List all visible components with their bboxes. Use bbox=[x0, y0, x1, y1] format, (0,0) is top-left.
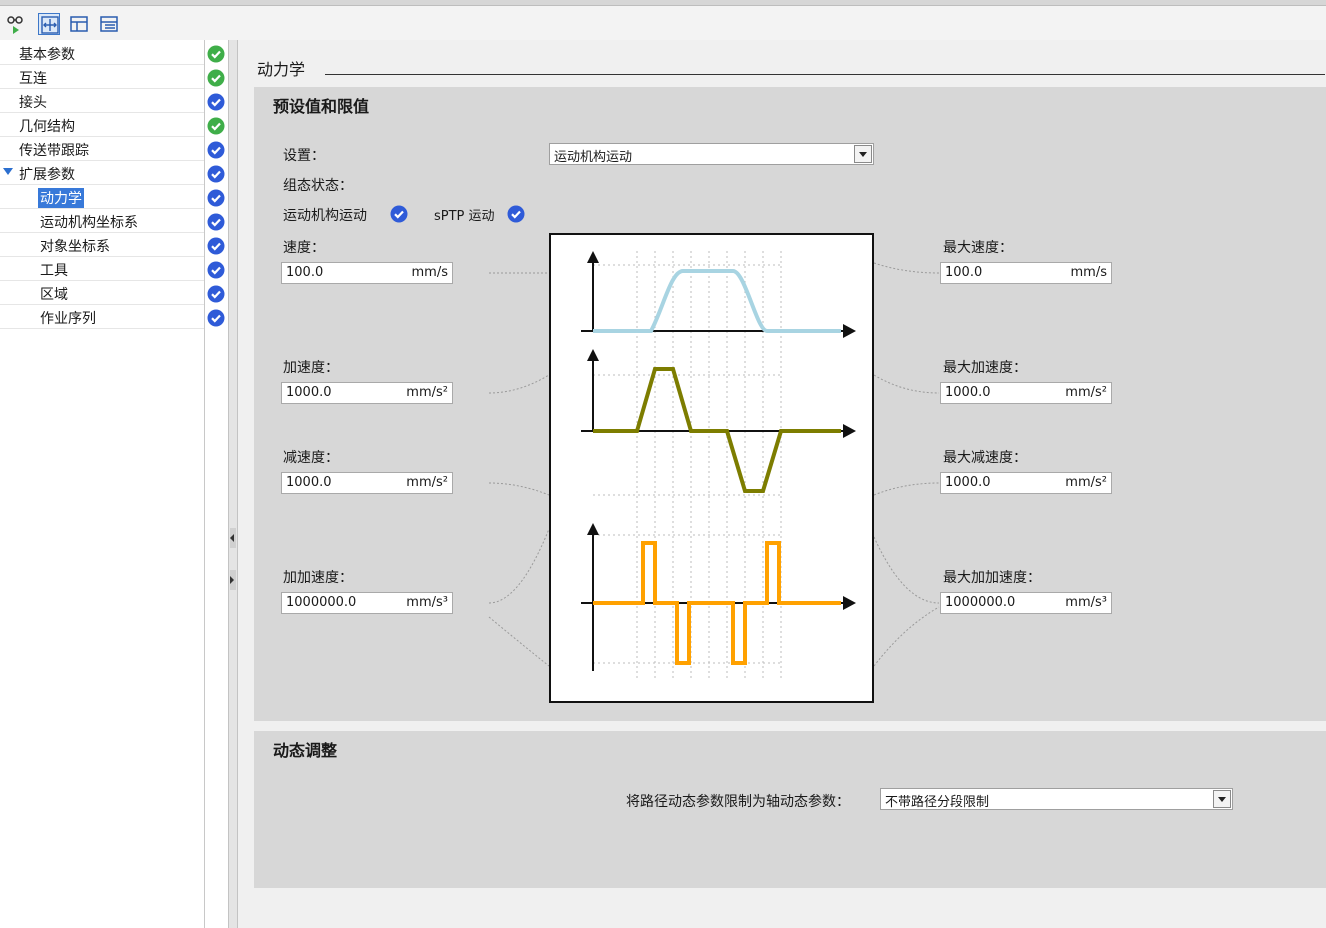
toolbar bbox=[0, 6, 1326, 40]
status-done-icon bbox=[207, 261, 225, 279]
status-done-icon bbox=[207, 189, 225, 207]
status-done-icon bbox=[207, 237, 225, 255]
tree-item-label: 动力学 bbox=[38, 188, 84, 208]
tree-icon[interactable] bbox=[68, 13, 90, 35]
dynamic-adjustment-panel: 动态调整 将路径动态参数限制为轴动态参数： 不带路径分段限制 bbox=[254, 731, 1326, 888]
pane-splitter[interactable] bbox=[228, 40, 238, 928]
limit-value: 不带路径分段限制 bbox=[885, 795, 990, 810]
tree-item-object-frame[interactable]: 对象坐标系 bbox=[0, 234, 204, 257]
tree-item-label: 扩展参数 bbox=[19, 167, 75, 183]
tree-item-tools[interactable]: 工具 bbox=[0, 258, 204, 281]
panel-title: 动态调整 bbox=[273, 741, 338, 760]
tree-item-basic-params[interactable]: 基本参数 bbox=[0, 42, 204, 65]
tree-item-label: 工具 bbox=[40, 263, 68, 279]
limit-select[interactable]: 不带路径分段限制 bbox=[880, 788, 1233, 810]
tree-item-conveyor-tracking[interactable]: 传送带跟踪 bbox=[0, 138, 204, 161]
dropdown-arrow-icon[interactable] bbox=[1213, 790, 1231, 808]
tree-item-joints[interactable]: 接头 bbox=[0, 90, 204, 113]
expand-all-icon[interactable] bbox=[38, 13, 60, 35]
status-done-icon bbox=[207, 141, 225, 159]
tree-item-label: 互连 bbox=[19, 71, 47, 87]
tree-item-label: 传送带跟踪 bbox=[19, 143, 89, 159]
tree-item-label: 运动机构坐标系 bbox=[40, 215, 138, 231]
status-ok-icon bbox=[207, 117, 225, 135]
profile-svg bbox=[581, 251, 856, 681]
section-rule bbox=[325, 74, 1325, 75]
status-column bbox=[204, 40, 229, 928]
status-done-icon bbox=[207, 285, 225, 303]
tree-item-extended-params[interactable]: 扩展参数 bbox=[0, 162, 204, 185]
tree-item-label: 几何结构 bbox=[19, 119, 75, 135]
tree-item-interconnect[interactable]: 互连 bbox=[0, 66, 204, 89]
presets-panel: 预设值和限值 设置： 运动机构运动 组态状态： 运动机构运动 sPTP 运动 速… bbox=[254, 87, 1326, 721]
limit-label: 将路径动态参数限制为轴动态参数： bbox=[626, 794, 850, 810]
tree-item-label: 基本参数 bbox=[19, 47, 75, 63]
velocity-curve bbox=[581, 251, 856, 338]
motion-profile-diagram bbox=[549, 233, 874, 703]
status-ok-icon bbox=[207, 45, 225, 63]
tree-item-geometry[interactable]: 几何结构 bbox=[0, 114, 204, 137]
tree-item-label: 作业序列 bbox=[40, 311, 96, 327]
tree-item-label: 区域 bbox=[40, 287, 68, 303]
collapse-left-icon[interactable] bbox=[230, 528, 236, 548]
expand-right-icon[interactable] bbox=[230, 570, 236, 590]
tree-item-job-sequence[interactable]: 作业序列 bbox=[0, 306, 204, 329]
navigation-tree: 基本参数 互连 接头 几何结构 传送带跟踪 扩展参数 动力学 运动机构坐标系 对… bbox=[0, 40, 204, 928]
status-done-icon bbox=[207, 93, 225, 111]
status-done-icon bbox=[207, 309, 225, 327]
acceleration-curve bbox=[581, 349, 856, 493]
glasses-play-icon[interactable] bbox=[4, 13, 26, 35]
tree-item-label: 对象坐标系 bbox=[40, 239, 110, 255]
tree-item-label: 接头 bbox=[19, 95, 47, 111]
status-done-icon bbox=[207, 165, 225, 183]
status-ok-icon bbox=[207, 69, 225, 87]
status-done-icon bbox=[207, 213, 225, 231]
section-title: 动力学 bbox=[257, 60, 306, 79]
jerk-curve bbox=[581, 523, 856, 671]
tree-item-kinematics-frame[interactable]: 运动机构坐标系 bbox=[0, 210, 204, 233]
tree-item-dynamics[interactable]: 动力学 bbox=[0, 186, 204, 209]
tree-collapse-icon[interactable] bbox=[98, 13, 120, 35]
expand-arrow-icon[interactable] bbox=[3, 168, 13, 175]
tree-item-zones[interactable]: 区域 bbox=[0, 282, 204, 305]
main-content: 动力学 预设值和限值 设置： 运动机构运动 组态状态： 运动机构运动 sPTP … bbox=[239, 40, 1326, 928]
